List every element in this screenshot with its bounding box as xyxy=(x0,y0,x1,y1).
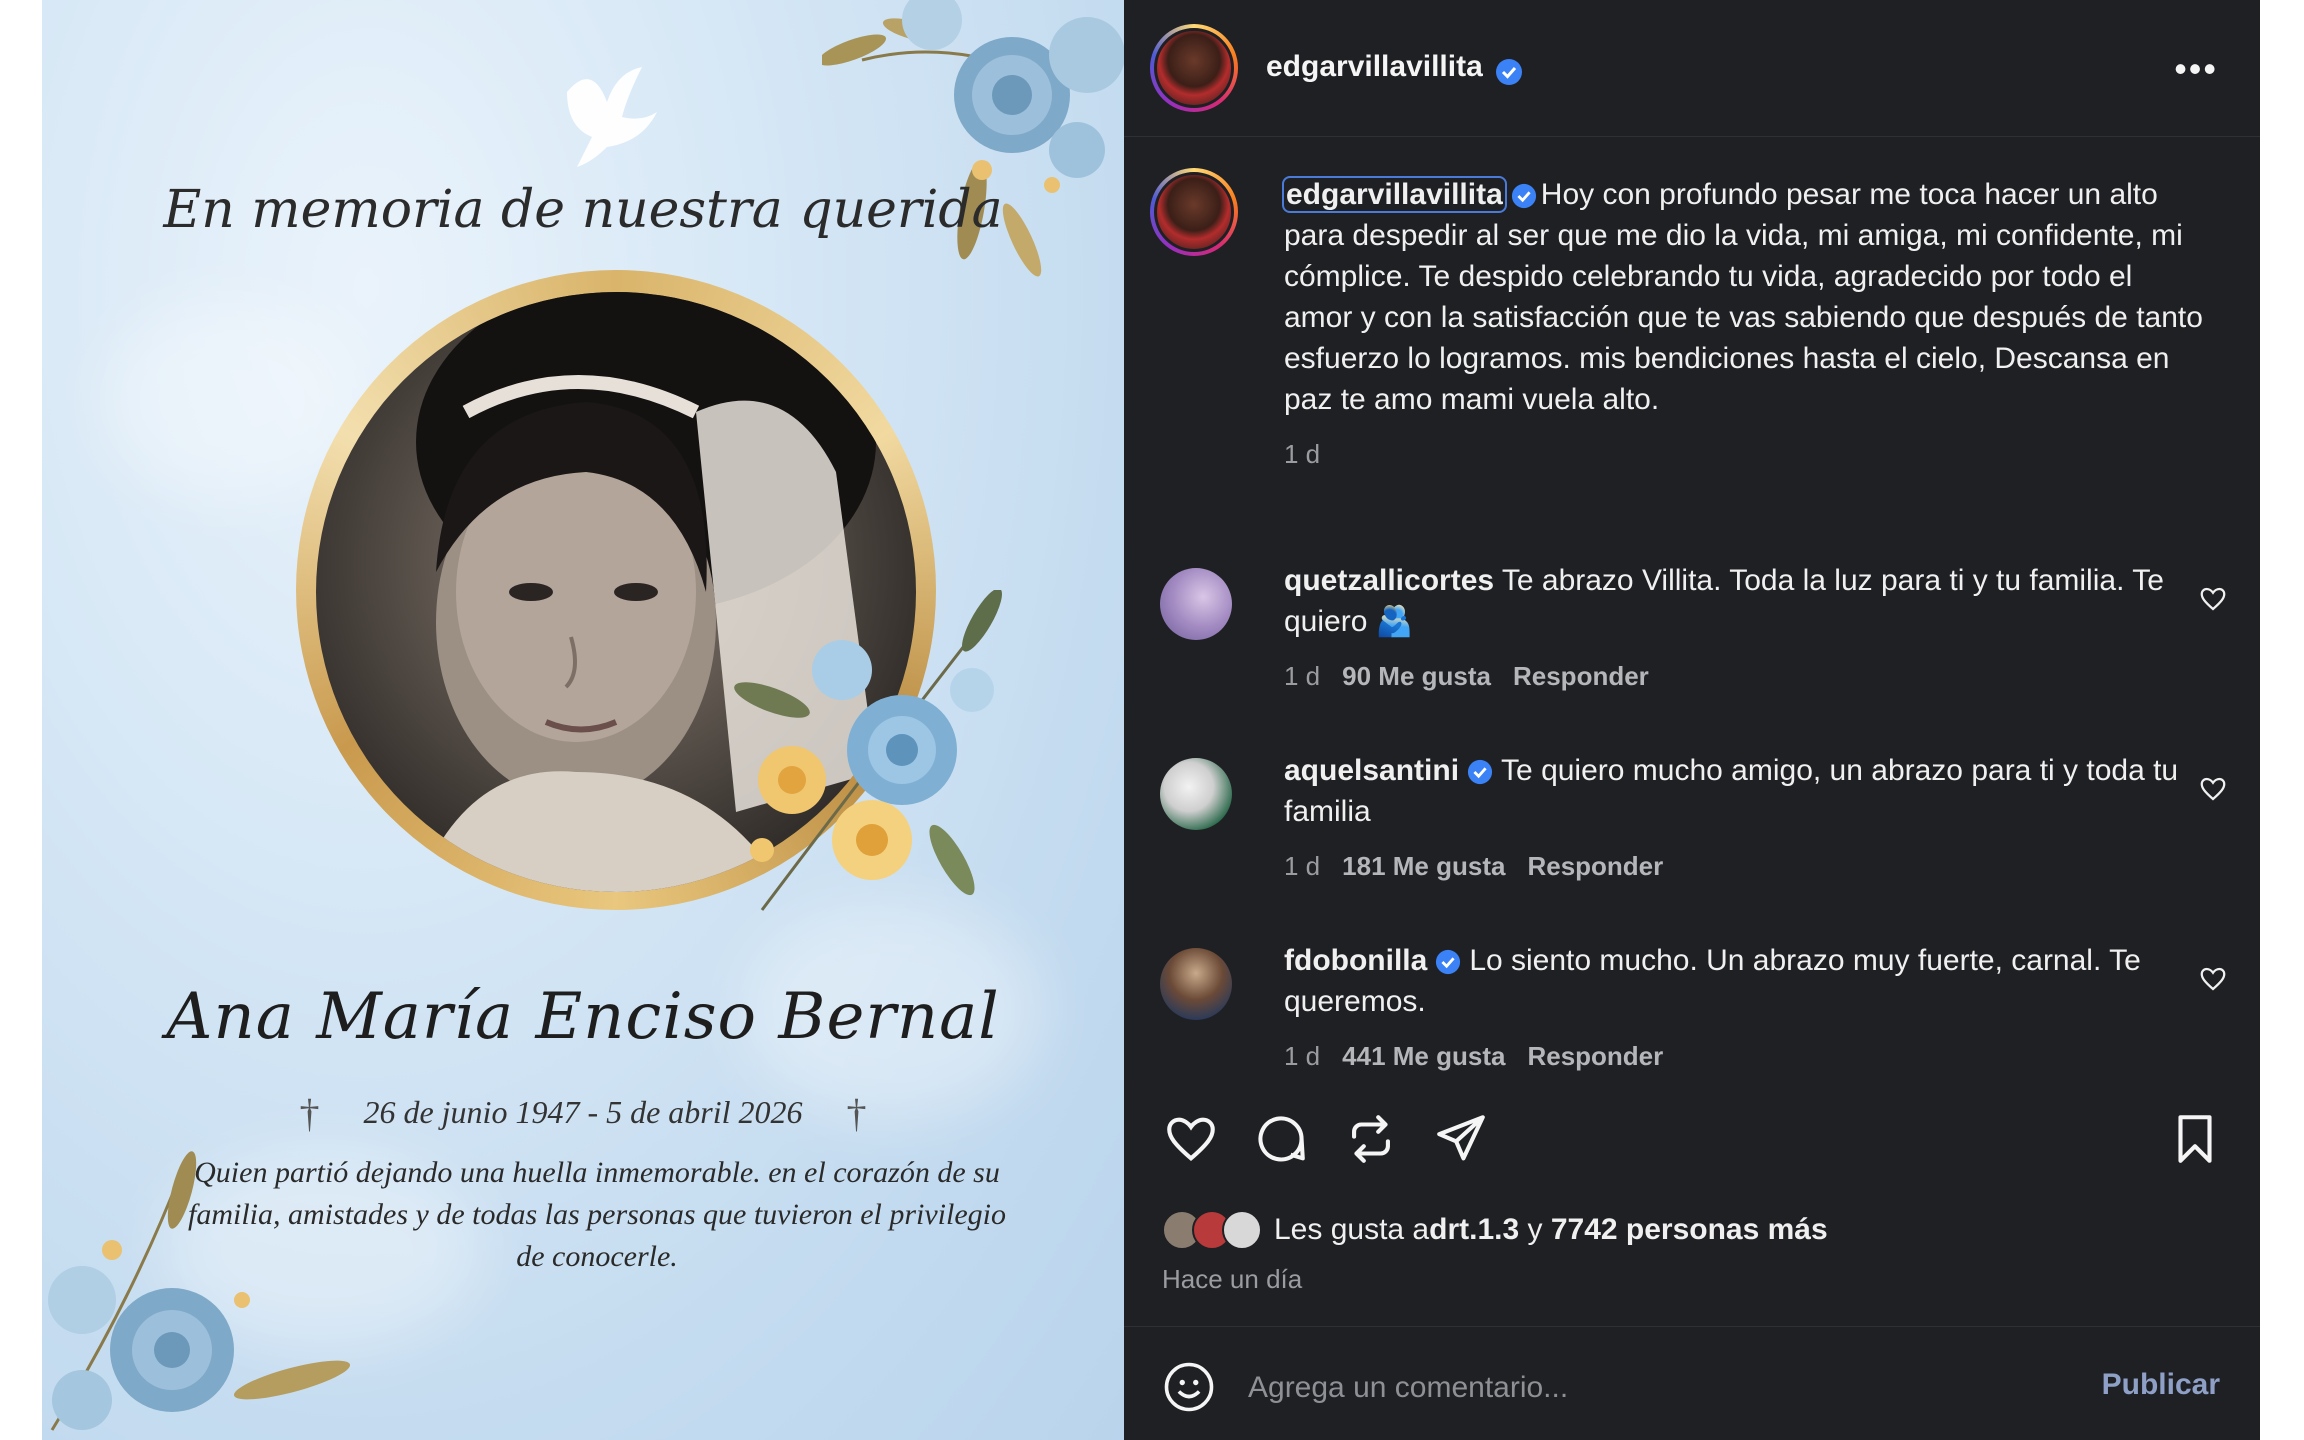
likes-summary[interactable]: Les gusta a drt.1.3 y 7742 personas más xyxy=(1162,1210,1828,1250)
heart-icon[interactable] xyxy=(2198,774,2228,804)
floral-decoration-portrait xyxy=(734,590,1002,911)
likes-count[interactable]: 7742 personas más xyxy=(1551,1213,1828,1247)
action-bar xyxy=(1124,1110,2260,1180)
publish-button[interactable]: Publicar xyxy=(2102,1368,2220,1402)
comment-username[interactable]: aquelsantini xyxy=(1284,754,1459,787)
commenter-avatar[interactable] xyxy=(1160,948,1232,1020)
comment-likes[interactable]: 181 Me gusta xyxy=(1342,851,1505,881)
reply-button[interactable]: Responder xyxy=(1513,661,1649,691)
dates-text: 26 de junio 1947 - 5 de abril 2026 xyxy=(363,1094,803,1130)
floral-decoration-top xyxy=(822,0,1124,277)
author-username[interactable]: edgarvillavillita xyxy=(1266,50,1483,83)
heart-icon[interactable] xyxy=(2198,964,2228,994)
reply-button[interactable]: Responder xyxy=(1527,851,1663,881)
cross-icon: † xyxy=(846,1091,867,1136)
comment-username[interactable]: quetzallicortes xyxy=(1284,564,1494,597)
repost-icon[interactable] xyxy=(1342,1110,1400,1168)
dove-icon xyxy=(567,67,657,167)
heart-icon[interactable] xyxy=(2198,584,2228,614)
verified-icon xyxy=(1467,760,1493,785)
comment-likes[interactable]: 90 Me gusta xyxy=(1342,661,1491,691)
post-panel: edgarvillavillita ••• edgarvillavillita H… xyxy=(1124,0,2260,1440)
caption-time: 1 d xyxy=(1284,439,1321,469)
verified-icon xyxy=(1436,950,1461,975)
floral-decoration-bottom xyxy=(48,1151,351,1431)
comment-time: 1 d xyxy=(1284,1041,1321,1071)
author-avatar[interactable] xyxy=(1150,24,1238,112)
comment-body: aquelsantini Te quiero mucho amigo, un ab… xyxy=(1284,750,2184,887)
caption-avatar[interactable] xyxy=(1150,168,1238,256)
liker-avatars xyxy=(1162,1210,1262,1250)
more-options-button[interactable]: ••• xyxy=(2174,48,2218,90)
divider xyxy=(1124,1326,2260,1327)
comment-input[interactable] xyxy=(1246,1362,2070,1414)
comment-likes[interactable]: 441 Me gusta xyxy=(1342,1041,1505,1071)
verified-icon xyxy=(1496,58,1523,85)
likes-prefix: Les gusta a xyxy=(1274,1213,1430,1246)
post-header: edgarvillavillita ••• xyxy=(1124,0,2260,137)
comment-time: 1 d xyxy=(1284,851,1321,881)
comment-body: fdobonilla Lo siento mucho. Un abrazo muy… xyxy=(1284,940,2184,1077)
likes-first-user[interactable]: drt.1.3 xyxy=(1429,1213,1519,1247)
caption-body: edgarvillavillita Hoy con profundo pesar … xyxy=(1282,174,2204,475)
post-time: Hace un día xyxy=(1162,1264,1303,1294)
likes-middle: y xyxy=(1519,1213,1551,1246)
cross-icon: † xyxy=(299,1091,320,1136)
comment-meta: 1 d 181 Me gusta Responder xyxy=(1284,846,2184,887)
share-icon[interactable] xyxy=(1432,1110,1490,1168)
comment-meta: 1 d 90 Me gusta Responder xyxy=(1284,656,2184,697)
comment-body: quetzallicortes Te abrazo Villita. Toda … xyxy=(1284,560,2184,697)
heart-icon[interactable] xyxy=(1162,1110,1220,1168)
comment-username[interactable]: fdobonilla xyxy=(1284,944,1427,977)
post-modal: En memoria de nuestra querida Ana María … xyxy=(42,0,2260,1440)
memorial-heading: En memoria de nuestra querida xyxy=(163,180,1003,240)
comment-time: 1 d xyxy=(1284,661,1321,691)
memorial-dates: † 26 de junio 1947 - 5 de abril 2026 † xyxy=(42,1086,1124,1136)
commenter-avatar[interactable] xyxy=(1160,568,1232,640)
memorial-name: Ana María Enciso Bernal xyxy=(166,980,1000,1054)
caption-text: Hoy con profundo pesar me toca hacer un … xyxy=(1284,178,2203,416)
caption-username[interactable]: edgarvillavillita xyxy=(1282,176,1507,213)
comment-icon[interactable] xyxy=(1252,1110,1310,1168)
verified-icon xyxy=(1511,184,1536,209)
comment-meta: 1 d 441 Me gusta Responder xyxy=(1284,1036,2184,1077)
reply-button[interactable]: Responder xyxy=(1527,1041,1663,1071)
liker-avatar xyxy=(1222,1210,1262,1250)
bookmark-icon[interactable] xyxy=(2166,1110,2224,1168)
emoji-icon[interactable] xyxy=(1162,1360,1216,1414)
post-image: En memoria de nuestra querida Ana María … xyxy=(42,0,1124,1440)
commenter-avatar[interactable] xyxy=(1160,758,1232,830)
author-line: edgarvillavillita xyxy=(1266,50,1523,86)
